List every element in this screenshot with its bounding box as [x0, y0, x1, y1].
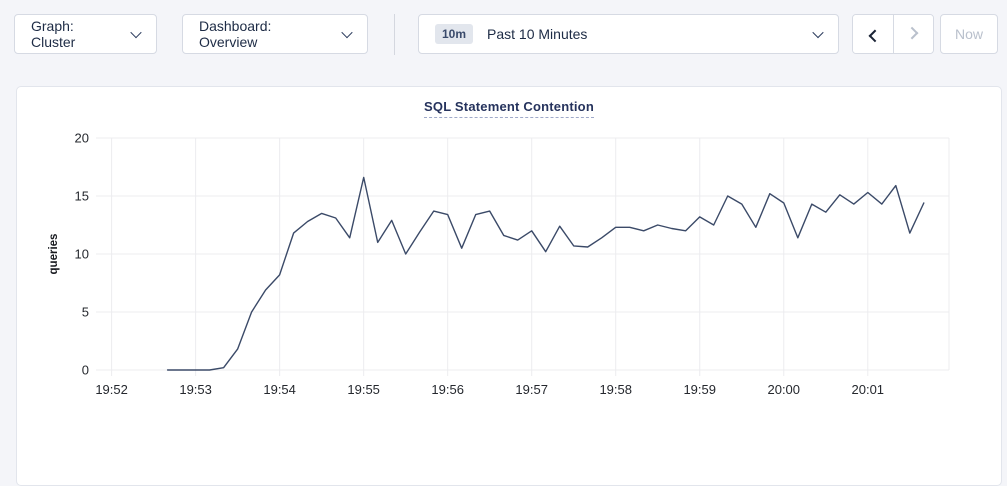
svg-text:19:55: 19:55 [347, 382, 380, 397]
chevron-down-icon [341, 27, 352, 38]
next-time-button[interactable] [893, 15, 933, 53]
svg-text:19:53: 19:53 [179, 382, 212, 397]
graph-dropdown[interactable]: Graph: Cluster [14, 14, 157, 54]
chart-title[interactable]: SQL Statement Contention [424, 99, 594, 118]
svg-text:19:52: 19:52 [95, 382, 128, 397]
chevron-down-icon [130, 27, 141, 38]
toolbar: Graph: Cluster Dashboard: Overview 10m P… [0, 0, 1007, 54]
chart-title-wrap: SQL Statement Contention [17, 87, 1001, 119]
time-range-badge: 10m [435, 24, 473, 44]
graph-dropdown-label: Graph: Cluster [31, 18, 121, 50]
svg-text:5: 5 [82, 305, 89, 320]
svg-text:20:01: 20:01 [852, 382, 885, 397]
svg-text:15: 15 [75, 189, 89, 204]
time-step-button-group [852, 14, 934, 54]
svg-text:19:59: 19:59 [683, 382, 716, 397]
sql-contention-chart[interactable]: 0 5 10 15 20 19:52 19:53 19:54 19:55 19:56 19:57 19… [17, 119, 1003, 433]
svg-text:19:54: 19:54 [263, 382, 296, 397]
svg-text:19:58: 19:58 [599, 382, 632, 397]
now-button[interactable]: Now [940, 14, 998, 54]
chevron-down-icon [812, 27, 823, 38]
previous-time-button[interactable] [853, 15, 893, 53]
svg-text:20:00: 20:00 [767, 382, 800, 397]
svg-text:10: 10 [75, 247, 89, 262]
svg-text:0: 0 [82, 363, 89, 378]
chevron-right-icon [906, 26, 919, 39]
chevron-left-icon [868, 29, 881, 42]
time-range-label: Past 10 Minutes [487, 26, 587, 42]
time-range-dropdown[interactable]: 10m Past 10 Minutes [418, 14, 839, 54]
chart-card: SQL Statement Contention 0 5 10 15 20 19:52 19… [16, 86, 1002, 486]
toolbar-divider [394, 14, 395, 55]
dashboard-dropdown-label: Dashboard: Overview [199, 18, 332, 50]
svg-text:20: 20 [75, 131, 89, 146]
svg-text:19:56: 19:56 [431, 382, 464, 397]
dashboard-dropdown[interactable]: Dashboard: Overview [182, 14, 368, 54]
svg-text:19:57: 19:57 [515, 382, 548, 397]
svg-text:queries: queries [48, 234, 60, 275]
